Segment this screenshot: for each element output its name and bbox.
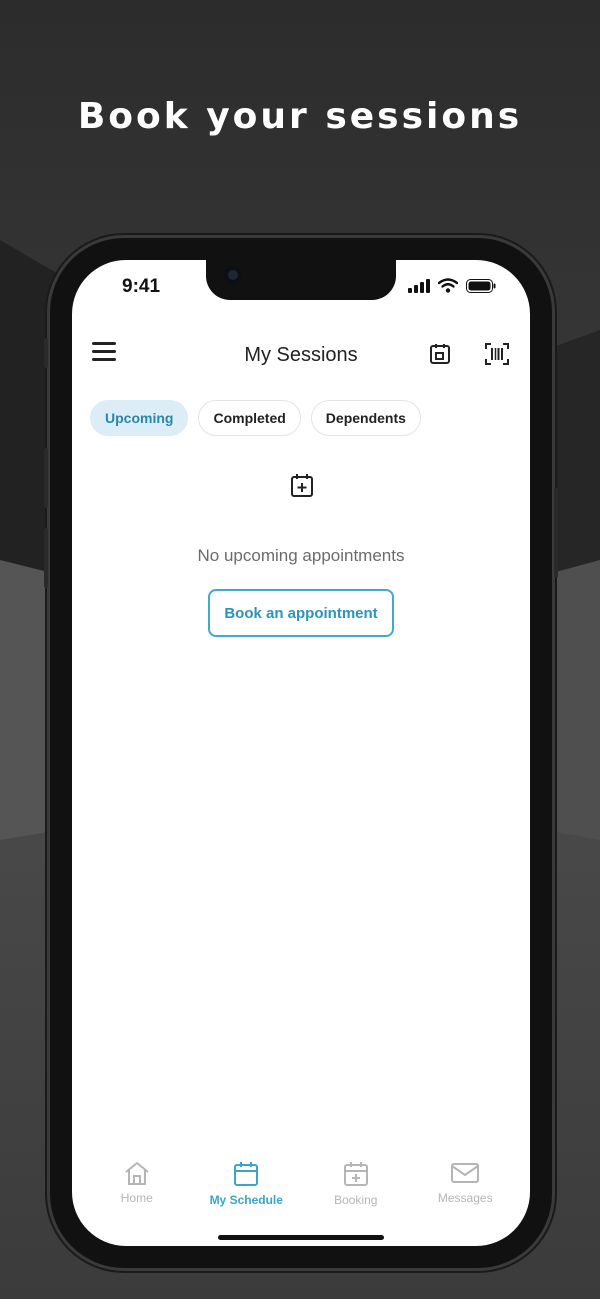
calendar-add-icon [291, 474, 313, 497]
mail-icon [451, 1163, 480, 1183]
page-title: My Sessions [244, 344, 358, 366]
battery-icon [466, 278, 496, 293]
home-indicator [218, 1235, 384, 1240]
bottom-nav: Home My Schedule Booking Messages [72, 1146, 530, 1246]
book-appointment-button[interactable]: Book an appointment [208, 589, 394, 637]
nav-item-booking[interactable]: Booking [306, 1160, 406, 1246]
nav-item-messages[interactable]: Messages [415, 1160, 515, 1246]
phone-side-button [554, 488, 558, 578]
nav-label-home: Home [120, 1191, 153, 1205]
status-time: 9:41 [122, 276, 161, 297]
barcode-icon[interactable] [484, 342, 510, 366]
status-icons [408, 278, 496, 293]
calendar-add-icon [343, 1162, 368, 1186]
app-screen: 9:41 My Sessions Upcoming Completed Depe… [72, 260, 530, 1246]
tab-upcoming[interactable]: Upcoming [90, 400, 189, 436]
notch [206, 260, 396, 300]
calendar-icon[interactable] [428, 342, 452, 366]
empty-state-message: No upcoming appointments [197, 546, 405, 565]
phone-side-button [44, 528, 48, 588]
signal-icon [408, 278, 430, 293]
nav-label-my-schedule: My Schedule [209, 1193, 283, 1207]
nav-item-my-schedule[interactable]: My Schedule [196, 1160, 296, 1246]
calendar-icon [234, 1162, 259, 1186]
tab-dependents[interactable]: Dependents [310, 400, 421, 436]
wifi-icon [438, 278, 458, 293]
tab-completed[interactable]: Completed [198, 400, 301, 436]
home-icon [125, 1162, 149, 1185]
session-tabs: Upcoming Completed Dependents [90, 400, 421, 436]
phone-side-button [44, 448, 48, 508]
phone-frame: 9:41 My Sessions Upcoming Completed Depe… [44, 238, 558, 1268]
app-header: My Sessions [72, 330, 530, 380]
phone-side-button [44, 338, 48, 368]
nav-label-booking: Booking [334, 1193, 378, 1207]
headline: Book your sessions [77, 96, 523, 137]
nav-label-messages: Messages [437, 1191, 493, 1205]
camera-icon [224, 266, 242, 284]
nav-item-home[interactable]: Home [87, 1160, 187, 1246]
